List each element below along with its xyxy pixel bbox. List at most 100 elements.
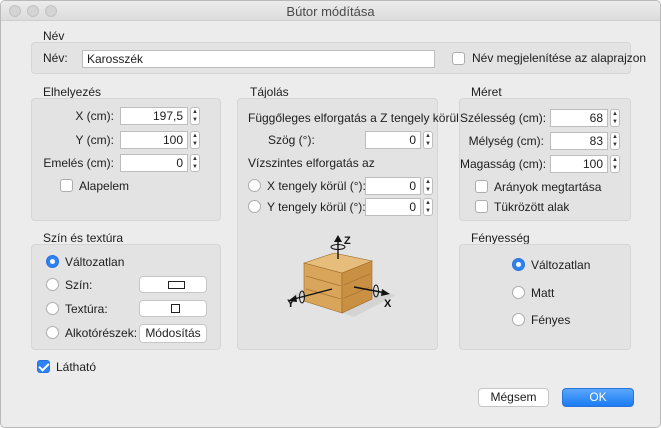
show-name-on-plan-label: Név megjelenítése az alaprajzon (472, 51, 647, 65)
placement-panel: X (cm): 197,5 ▲ ▼ Y (cm): 100 ▲ ▼ Emelés (… (31, 98, 221, 221)
y-spinner[interactable]: ▲ ▼ (190, 131, 200, 149)
x-label: X (cm): (75, 109, 114, 123)
cancel-button[interactable]: Mégsem (478, 388, 549, 407)
y-axis-rotation-input[interactable]: 0 (365, 198, 421, 216)
elevation-input[interactable]: 0 (120, 154, 188, 172)
width-spinner[interactable]: ▲ ▼ (610, 109, 620, 127)
spinner-down-icon[interactable]: ▼ (612, 164, 618, 172)
color-label: Szín: (65, 278, 93, 292)
spinner-down-icon[interactable]: ▼ (192, 163, 198, 171)
spinner-up-icon[interactable]: ▲ (612, 110, 618, 118)
shininess-section-title: Fényesség (471, 231, 530, 245)
y-axis-rotation-radio[interactable] (248, 200, 261, 213)
spinner-up-icon[interactable]: ▲ (192, 108, 198, 116)
color-texture-panel: Változatlan Szín: Textúra: Alkotórészek:… (31, 244, 221, 350)
keep-proportions-checkbox[interactable] (475, 180, 488, 193)
title-bar: Bútor módítása (1, 1, 660, 21)
show-name-on-plan-checkbox[interactable] (452, 52, 465, 65)
furniture-3d-preview[interactable]: Z X Y (284, 235, 399, 325)
y-input[interactable]: 100 (120, 131, 188, 149)
y-label: Y (cm): (75, 133, 114, 147)
spinner-up-icon[interactable]: ▲ (425, 178, 431, 186)
orientation-section-title: Tájolás (250, 85, 289, 99)
color-radio[interactable] (46, 278, 59, 291)
color-unchanged-radio[interactable] (46, 255, 59, 268)
z-axis-label: Z (344, 235, 351, 247)
spinner-down-icon[interactable]: ▼ (425, 186, 431, 194)
placement-section-title: Elhelyezés (43, 85, 102, 99)
y-axis-label: Y (287, 298, 295, 310)
name-label: Név: (43, 51, 68, 65)
angle-label: Szög (°): (268, 133, 315, 147)
spinner-up-icon[interactable]: ▲ (192, 155, 198, 163)
spinner-down-icon[interactable]: ▼ (612, 118, 618, 126)
color-picker-button[interactable] (139, 276, 207, 293)
width-input[interactable]: 68 (550, 109, 608, 127)
texture-picker-button[interactable] (139, 300, 207, 317)
spinner-down-icon[interactable]: ▼ (612, 141, 618, 149)
shiny-label: Fényes (531, 313, 571, 327)
visible-label: Látható (56, 360, 97, 374)
horizontal-rotation-title: Vízszintes elforgatás az (248, 156, 375, 170)
x-axis-rotation-spinner[interactable]: ▲ ▼ (423, 177, 433, 195)
depth-label: Mélység (cm): (468, 134, 544, 148)
spinner-down-icon[interactable]: ▼ (425, 140, 431, 148)
vertical-rotation-title: Függőleges elforgatás a Z tengely körül (248, 111, 459, 125)
x-axis-rotation-label: X tengely körül (°): (267, 179, 366, 193)
x-spinner[interactable]: ▲ ▼ (190, 107, 200, 125)
shininess-unchanged-label: Változatlan (531, 258, 591, 272)
base-item-checkbox[interactable] (60, 179, 73, 192)
x-axis-rotation-input[interactable]: 0 (365, 177, 421, 195)
spinner-up-icon[interactable]: ▲ (612, 156, 618, 164)
materials-label: Alkotórészek: (65, 326, 138, 340)
dialog-window: Bútor módítása Név Név: Karosszék Név me… (0, 0, 661, 428)
texture-swatch-icon (171, 304, 180, 313)
angle-spinner[interactable]: ▲ ▼ (423, 131, 433, 149)
spinner-down-icon[interactable]: ▼ (192, 116, 198, 124)
y-axis-rotation-spinner[interactable]: ▲ ▼ (423, 198, 433, 216)
size-section-title: Méret (471, 85, 502, 99)
y-axis-rotation-label: Y tengely körül (°): (267, 200, 366, 214)
elevation-spinner[interactable]: ▲ ▼ (190, 154, 200, 172)
name-section-title: Név (43, 29, 65, 43)
ok-button[interactable]: OK (562, 388, 634, 407)
x-axis-label: X (384, 298, 392, 310)
color-texture-section-title: Szín és textúra (43, 231, 124, 245)
shininess-panel: Változatlan Matt Fényes (459, 244, 631, 350)
shininess-unchanged-radio[interactable] (512, 258, 525, 271)
spinner-up-icon[interactable]: ▲ (192, 132, 198, 140)
orientation-panel: Függőleges elforgatás a Z tengely körül … (237, 98, 459, 350)
spinner-up-icon[interactable]: ▲ (425, 132, 431, 140)
visible-checkbox[interactable] (37, 360, 50, 373)
materials-radio[interactable] (46, 326, 59, 339)
name-input[interactable]: Karosszék (82, 50, 435, 68)
matte-radio[interactable] (512, 286, 525, 299)
height-label: Magasság (cm): (460, 157, 547, 171)
mirrored-checkbox[interactable] (475, 200, 488, 213)
width-label: Szélesség (cm): (460, 111, 547, 125)
height-input[interactable]: 100 (550, 155, 608, 173)
modify-materials-button[interactable]: Módosítás (139, 324, 207, 343)
size-panel: Szélesség (cm): 68 ▲ ▼ Mélység (cm): 83 ▲… (459, 98, 631, 221)
shiny-radio[interactable] (512, 313, 525, 326)
spinner-up-icon[interactable]: ▲ (612, 133, 618, 141)
x-input[interactable]: 197,5 (120, 107, 188, 125)
spinner-down-icon[interactable]: ▼ (192, 140, 198, 148)
depth-spinner[interactable]: ▲ ▼ (610, 132, 620, 150)
depth-input[interactable]: 83 (550, 132, 608, 150)
matte-label: Matt (531, 286, 555, 300)
base-item-label: Alapelem (79, 179, 130, 193)
texture-radio[interactable] (46, 302, 59, 315)
elevation-label: Emelés (cm): (43, 156, 114, 170)
spinner-up-icon[interactable]: ▲ (425, 199, 431, 207)
keep-proportions-label: Arányok megtartása (494, 180, 602, 194)
color-swatch-icon (168, 281, 185, 289)
window-title: Bútor módítása (286, 4, 375, 19)
texture-label: Textúra: (65, 302, 108, 316)
height-spinner[interactable]: ▲ ▼ (610, 155, 620, 173)
x-axis-rotation-radio[interactable] (248, 179, 261, 192)
spinner-down-icon[interactable]: ▼ (425, 207, 431, 215)
z-axis-arrow (334, 235, 342, 242)
name-panel: Név: Karosszék Név megjelenítése az alap… (31, 42, 646, 74)
angle-input[interactable]: 0 (365, 131, 421, 149)
